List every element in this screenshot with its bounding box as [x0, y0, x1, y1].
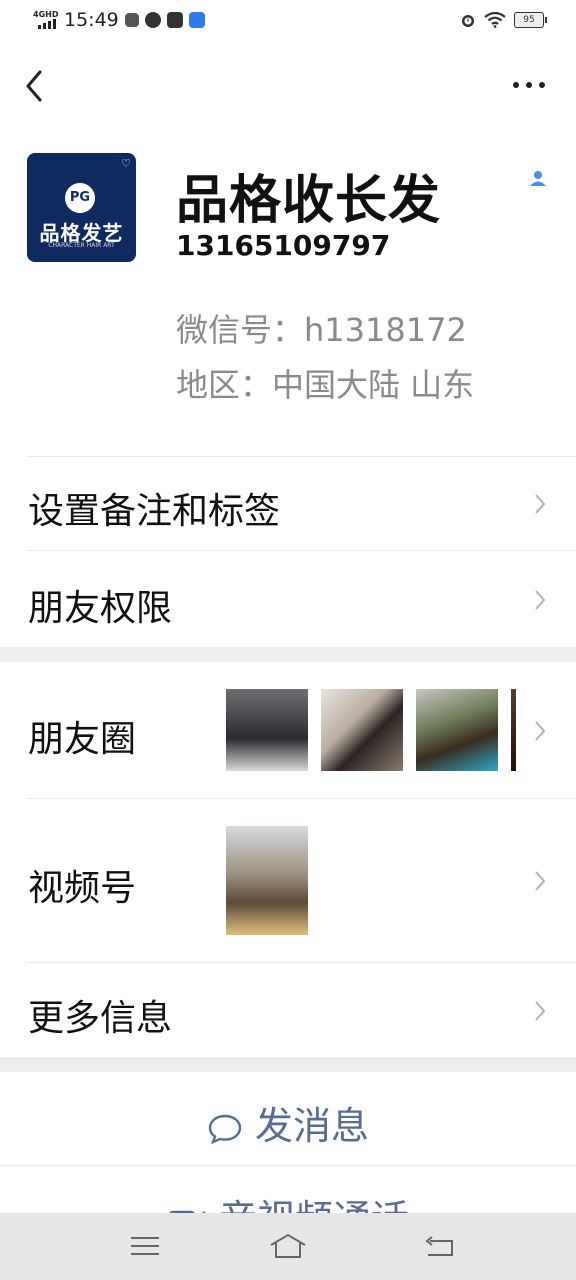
wechat-id: 微信号：h1318172 — [176, 311, 467, 349]
moments-photo — [416, 689, 498, 771]
user-icon — [530, 171, 546, 186]
send-message-button[interactable]: 发消息 — [0, 1095, 576, 1150]
send-message-label: 发消息 — [254, 1104, 369, 1148]
back-nav-icon[interactable] — [420, 1231, 460, 1261]
status-time: 15:49 — [64, 9, 119, 31]
status-bar: 4GHD 15:49 95 — [0, 0, 576, 44]
system-nav-bar — [0, 1213, 576, 1280]
more-dots-icon[interactable] — [512, 76, 546, 94]
remark-tags-row[interactable]: 设置备注和标签 — [0, 457, 576, 550]
heart-icon: ♡ — [121, 157, 131, 170]
divider — [0, 1165, 576, 1166]
channels-label: 视频号 — [28, 868, 137, 909]
more-info-label: 更多信息 — [28, 998, 173, 1039]
network-type: 4GHD — [33, 10, 59, 19]
channels-video-thumbnail — [226, 826, 308, 935]
video-app-icon — [166, 12, 183, 28]
section-gap — [0, 1057, 576, 1072]
friend-permissions-row[interactable]: 朋友权限 — [0, 551, 576, 647]
more-info-row[interactable]: 更多信息 — [0, 963, 576, 1057]
signal-icon: 4GHD — [32, 9, 58, 31]
chevron-right-icon — [535, 590, 546, 610]
chevron-right-icon — [535, 721, 546, 741]
avatar[interactable]: ♡ PG 品格发艺 CHARACTER HAIR ART — [27, 153, 136, 262]
alarm-icon — [462, 15, 474, 27]
phone-number: 13165109797 — [176, 229, 391, 262]
app-notification-icon — [144, 12, 161, 28]
home-icon[interactable] — [268, 1231, 308, 1261]
chevron-right-icon — [535, 871, 546, 891]
app-d-icon — [188, 12, 205, 28]
remark-tags-label: 设置备注和标签 — [28, 491, 281, 532]
moments-row[interactable]: 朋友圈 — [0, 662, 576, 798]
avatar-tagline: CHARACTER HAIR ART — [48, 242, 115, 249]
menu-icon[interactable] — [125, 1231, 165, 1261]
friend-permissions-label: 朋友权限 — [28, 588, 173, 629]
channels-row[interactable]: 视频号 — [0, 799, 576, 962]
moments-photo — [511, 689, 516, 771]
notification-icon — [124, 13, 139, 27]
chat-bubble-icon — [208, 1114, 242, 1144]
avatar-logo: PG — [65, 183, 95, 213]
chevron-right-icon — [535, 1001, 546, 1021]
wifi-icon — [484, 12, 506, 28]
moments-label: 朋友圈 — [28, 719, 137, 760]
chevron-right-icon — [535, 494, 546, 514]
moments-photo — [321, 689, 403, 771]
battery-level: 95 — [523, 15, 535, 25]
display-name: 品格收长发 — [176, 171, 442, 231]
region: 地区：中国大陆 山东 — [176, 366, 475, 404]
section-gap — [0, 647, 576, 662]
moments-photo — [226, 689, 308, 771]
battery-icon: 95 — [514, 12, 547, 28]
back-button[interactable] — [20, 66, 48, 106]
